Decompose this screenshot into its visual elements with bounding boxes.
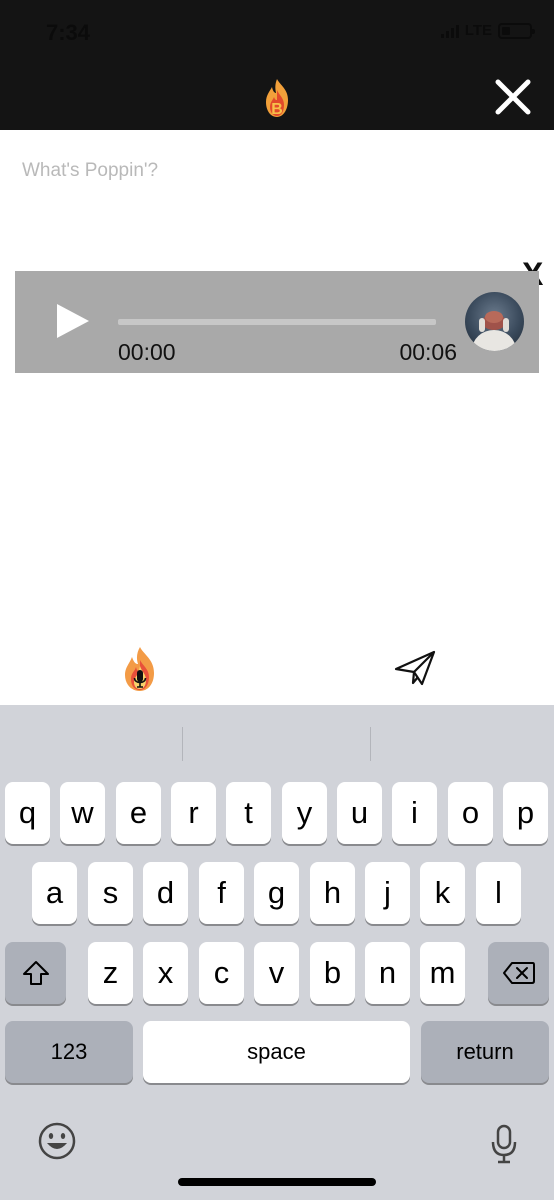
svg-text:B: B <box>271 101 283 118</box>
home-indicator <box>178 1178 376 1186</box>
space-key[interactable]: space <box>143 1021 410 1083</box>
key-q[interactable]: q <box>5 782 50 844</box>
key-y[interactable]: y <box>282 782 327 844</box>
dictation-mic-icon[interactable] <box>490 1124 518 1164</box>
key-t[interactable]: t <box>226 782 271 844</box>
key-g[interactable]: g <box>254 862 299 924</box>
key-s[interactable]: s <box>88 862 133 924</box>
signal-icon <box>440 24 459 38</box>
key-u[interactable]: u <box>337 782 382 844</box>
audio-duration: 00:06 <box>399 339 457 365</box>
key-v[interactable]: v <box>254 942 299 1004</box>
paper-plane-icon[interactable] <box>394 650 436 686</box>
key-f[interactable]: f <box>199 862 244 924</box>
key-l[interactable]: l <box>476 862 521 924</box>
key-a[interactable]: a <box>32 862 77 924</box>
post-text-input[interactable] <box>22 156 522 186</box>
key-c[interactable]: c <box>199 942 244 1004</box>
key-d[interactable]: d <box>143 862 188 924</box>
key-k[interactable]: k <box>420 862 465 924</box>
key-e[interactable]: e <box>116 782 161 844</box>
suggestion-divider <box>182 727 183 761</box>
close-x-icon[interactable] <box>494 78 532 116</box>
key-i[interactable]: i <box>392 782 437 844</box>
return-key[interactable]: return <box>421 1021 549 1083</box>
person-photo-icon <box>472 311 516 351</box>
key-x[interactable]: x <box>143 942 188 1004</box>
avatar <box>465 292 524 351</box>
key-n[interactable]: n <box>365 942 410 1004</box>
audio-progress-track[interactable] <box>118 319 436 325</box>
fire-mic-icon[interactable] <box>121 646 159 692</box>
keyboard: q w e r t y u i o p a s d f g h j k l z … <box>0 705 554 1200</box>
backspace-key[interactable] <box>488 942 549 1004</box>
audio-current-time: 00:00 <box>118 339 176 365</box>
numbers-key[interactable]: 123 <box>5 1021 133 1083</box>
key-p[interactable]: p <box>503 782 548 844</box>
backspace-icon <box>502 962 535 984</box>
audio-player: 00:00 00:06 <box>15 271 539 373</box>
network-label: LTE <box>464 22 492 39</box>
status-indicators: LTE <box>440 22 535 39</box>
key-m[interactable]: m <box>420 942 465 1004</box>
top-bar: 7:34 LTE B <box>0 0 554 130</box>
status-time: 7:34 <box>46 20 91 45</box>
shift-arrow-icon <box>22 961 49 985</box>
key-w[interactable]: w <box>60 782 105 844</box>
flame-b-logo-icon: B <box>266 79 288 118</box>
key-z[interactable]: z <box>88 942 133 1004</box>
key-b[interactable]: b <box>310 942 355 1004</box>
battery-icon <box>498 22 535 39</box>
key-j[interactable]: j <box>365 862 410 924</box>
key-h[interactable]: h <box>310 862 355 924</box>
shift-key[interactable] <box>5 942 66 1004</box>
emoji-icon[interactable] <box>37 1121 77 1161</box>
play-icon[interactable] <box>55 302 91 340</box>
key-o[interactable]: o <box>448 782 493 844</box>
key-r[interactable]: r <box>171 782 216 844</box>
suggestion-divider <box>370 727 371 761</box>
